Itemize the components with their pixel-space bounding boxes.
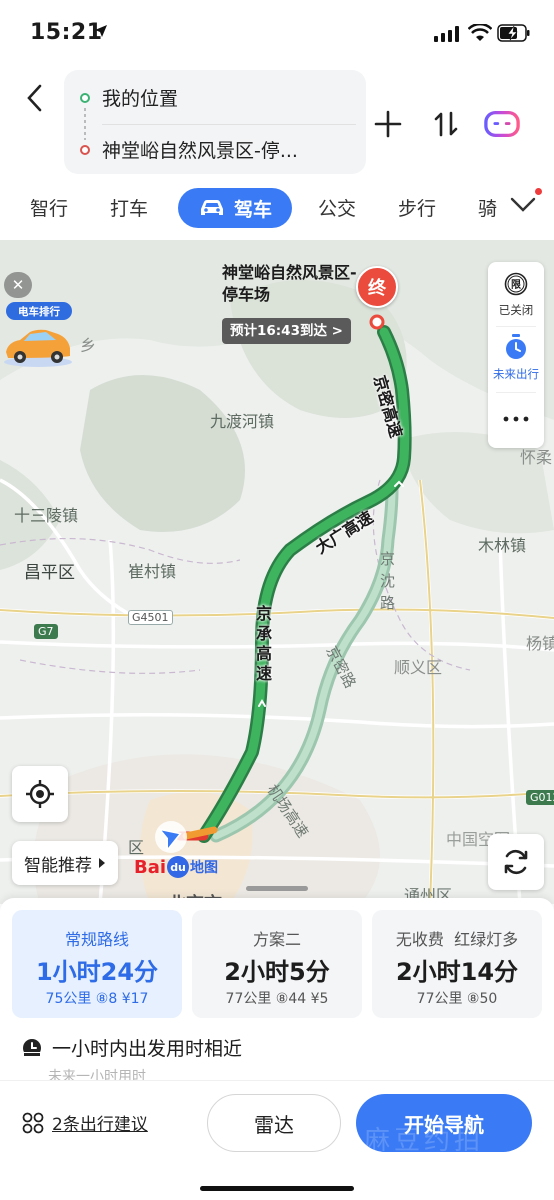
route-divider — [102, 124, 356, 125]
tab-walk[interactable]: 步行 — [398, 194, 436, 221]
start-point-icon — [80, 93, 90, 103]
assistant-button[interactable] — [484, 104, 520, 144]
ev-car-icon[interactable] — [0, 322, 76, 368]
more-options-button[interactable] — [488, 396, 544, 442]
home-indicator[interactable] — [200, 1186, 354, 1191]
sheet-drag-handle[interactable] — [246, 886, 308, 891]
grid-icon — [22, 1112, 44, 1133]
place-label: 顺义区 — [394, 658, 443, 677]
logo-zh: 地图 — [190, 860, 219, 876]
swap-route-button[interactable] — [428, 104, 464, 144]
plan-title: 无收费 红绿灯多 — [395, 930, 519, 949]
back-button[interactable] — [18, 80, 50, 116]
travel-suggestions-link[interactable]: 2条出行建议 — [22, 1110, 148, 1135]
current-location-icon — [155, 821, 187, 853]
departure-time-hint[interactable]: 一小时内出发用时相近 — [22, 1034, 242, 1061]
tab-transit[interactable]: 公交 — [318, 194, 356, 221]
chevron-down-icon[interactable] — [510, 196, 536, 214]
plan-meta: 77公里 ⑧44 ¥5 — [225, 991, 329, 1007]
highway-badge: G7 — [34, 624, 58, 639]
plan-title: 常规路线 — [64, 930, 129, 949]
route-plan-card[interactable]: 无收费 红绿灯多 2小时14分 77公里 ⑧50 — [372, 910, 542, 1018]
route-plan-card[interactable]: 常规路线 1小时24分 75公里 ⑧8 ¥17 — [12, 910, 182, 1018]
future-departure-label: 未来出行 — [493, 367, 539, 381]
eta-chip[interactable]: 预计16:43到达 > — [222, 318, 351, 344]
divider — [496, 392, 536, 393]
suggestions-label: 2条出行建议 — [52, 1115, 148, 1135]
crosshair-icon — [26, 780, 54, 808]
caret-right-icon — [99, 858, 105, 868]
place-label: 九渡河镇 — [210, 412, 275, 431]
place-label: 区 — [128, 838, 145, 857]
start-navigation-button[interactable]: 开始导航 — [356, 1094, 532, 1152]
plus-icon — [374, 110, 402, 138]
destination-map-label[interactable]: 神堂峪自然风景区-停车场 — [222, 262, 362, 306]
place-label: 昌平区 — [24, 563, 75, 583]
end-point-icon — [80, 145, 90, 155]
location-arrow-icon — [95, 25, 107, 37]
car-icon — [200, 200, 223, 215]
highway-badge: G012 — [526, 790, 554, 805]
road-label-jingcheng-expressway: 京承高速 — [256, 604, 273, 683]
end-marker[interactable]: 终 — [356, 266, 398, 308]
close-icon[interactable]: ✕ — [4, 272, 32, 298]
robot-assistant-icon — [484, 110, 520, 138]
start-location-field[interactable]: 我的位置 — [102, 84, 178, 111]
place-label: 崔村镇 — [128, 562, 177, 581]
tab-drive-label: 驾车 — [233, 198, 272, 221]
ev-ranking-badge[interactable]: 电车排行 — [6, 302, 72, 320]
tab-taxi[interactable]: 打车 — [110, 194, 148, 221]
smart-recommend-label: 智能推荐 — [24, 855, 92, 876]
tab-smart[interactable]: 智行 — [30, 194, 68, 221]
notification-dot — [535, 188, 542, 195]
route-plan-card[interactable]: 方案二 2小时5分 77公里 ⑧44 ¥5 — [192, 910, 362, 1018]
hint-text: 一小时内出发用时相近 — [52, 1038, 243, 1060]
place-label: 乡 — [80, 336, 97, 355]
cellular-signal-icon — [434, 26, 459, 42]
plan-duration: 2小时14分 — [395, 958, 519, 986]
route-connector — [84, 108, 86, 140]
destination-field[interactable]: 神堂峪自然风景区-停... — [102, 136, 298, 163]
restriction-icon-label: 限 — [511, 280, 521, 291]
clock-icon — [23, 1038, 41, 1057]
place-label: 十三陵镇 — [14, 506, 79, 525]
radar-button[interactable]: 雷达 — [207, 1094, 341, 1152]
road-label-jingshen-road: 京沈路 — [380, 550, 396, 612]
baidu-maps-logo: Bai du 地图 — [134, 856, 218, 878]
swap-icon — [434, 111, 458, 137]
refresh-icon — [504, 849, 528, 875]
locate-button[interactable] — [12, 766, 68, 822]
wifi-icon — [468, 24, 492, 41]
refresh-route-button[interactable] — [488, 834, 544, 890]
tab-drive[interactable]: 驾车 — [178, 188, 292, 228]
place-label: 杨镇 — [526, 634, 554, 653]
place-label: 木林镇 — [478, 536, 527, 555]
future-departure-button[interactable]: 未来出行 — [488, 330, 544, 388]
restriction-status: 已关闭 — [498, 303, 534, 317]
smart-recommend-button[interactable]: 智能推荐 — [12, 841, 118, 885]
logo-text: Bai — [134, 856, 167, 878]
more-dots-icon — [503, 416, 529, 422]
add-waypoint-button[interactable] — [370, 104, 406, 144]
tab-cycle[interactable]: 骑 — [478, 194, 498, 221]
divider — [496, 326, 536, 327]
plan-meta: 75公里 ⑧8 ¥17 — [45, 991, 149, 1007]
restriction-toggle[interactable]: 限 已关闭 — [488, 268, 544, 324]
clock-icon — [506, 334, 526, 359]
logo-paw: du — [167, 856, 190, 878]
travel-mode-tabs: 智行 打车 驾车 公交 步行 骑 — [0, 184, 554, 234]
map-side-panel: 限 已关闭 未来出行 — [488, 262, 544, 448]
status-time: 15:21 — [30, 20, 103, 45]
chevron-left-icon — [27, 84, 42, 112]
plan-duration: 2小时5分 — [224, 958, 330, 986]
battery-charging-icon — [497, 24, 530, 42]
status-bar: 15:21 — [0, 0, 554, 66]
plan-meta: 77公里 ⑧50 — [416, 991, 498, 1007]
plan-title: 方案二 — [252, 930, 301, 949]
plan-duration: 1小时24分 — [35, 958, 159, 986]
highway-badge: G4501 — [128, 610, 173, 625]
